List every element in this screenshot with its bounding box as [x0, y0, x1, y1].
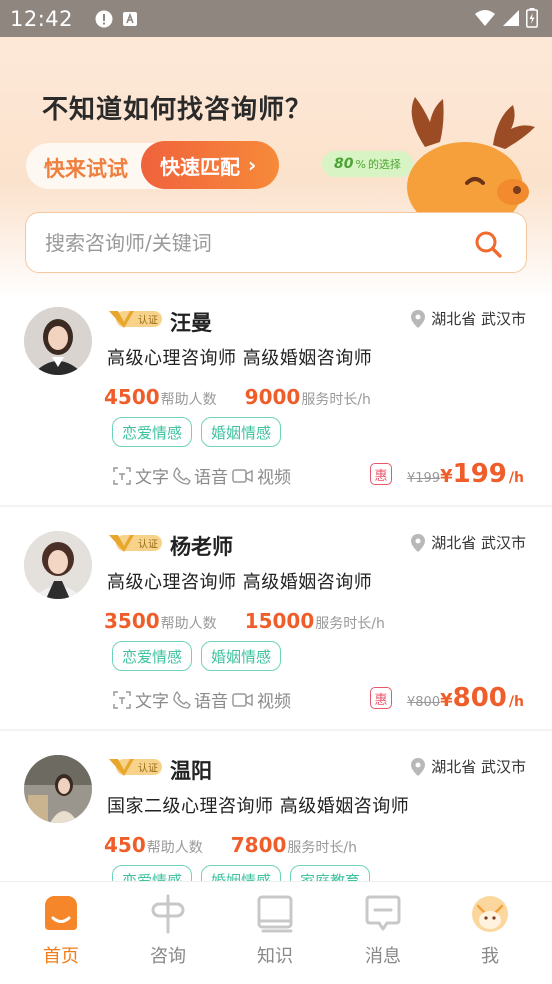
- consult-icon: [151, 894, 185, 934]
- service-hours: 9000: [244, 385, 301, 409]
- tag-list: 恋爱情感 婚姻情感 家庭教育: [112, 865, 371, 881]
- svg-text:认证: 认证: [138, 762, 158, 775]
- search-input[interactable]: [43, 229, 447, 256]
- helped-count: 450: [104, 833, 146, 857]
- message-icon: [365, 895, 401, 931]
- qualification: 国家二级心理咨询师 高级婚姻咨询师: [107, 796, 410, 817]
- original-price: ¥199: [407, 471, 441, 486]
- tab-profile[interactable]: 我: [450, 882, 530, 974]
- price: 惠 ¥800 ¥ 800 /h: [370, 683, 524, 713]
- counselor-list[interactable]: 认证 汪曼 湖北省 武汉市 高级心理咨询师 高级婚姻咨询师 4500 帮助人数 …: [0, 299, 552, 881]
- location-pin-icon: [411, 309, 426, 328]
- tag: 婚姻情感: [201, 865, 282, 881]
- helped-label: 帮助人数: [146, 840, 203, 856]
- tag: 恋爱情感: [112, 417, 193, 447]
- tag: 家庭教育: [290, 865, 371, 881]
- quick-match-label: 快速匹配: [160, 154, 240, 179]
- banner-title: 不知道如何找咨询师？: [42, 95, 313, 125]
- tag: 恋爱情感: [112, 865, 193, 881]
- current-price: 800: [452, 683, 507, 713]
- stats: 4500 帮助人数 9000 服务时长/h: [104, 385, 371, 409]
- knowledge-icon: [257, 895, 293, 933]
- home-icon: [45, 896, 77, 930]
- video-icon: [232, 468, 253, 483]
- tag: 婚姻情感: [201, 641, 282, 671]
- counselor-name: 杨老师: [170, 535, 233, 559]
- svg-text:认证: 认证: [138, 538, 158, 551]
- bottom-tab-bar: 首页 咨询 知识 消息 我: [0, 881, 552, 984]
- app-notification-icon: [121, 10, 139, 28]
- status-time: 12:42: [10, 6, 74, 31]
- price: 惠 ¥199 ¥ 199 /h: [370, 459, 524, 489]
- service-hours: 7800: [230, 833, 287, 857]
- counselor-card[interactable]: 认证 杨老师 湖北省 武汉市 高级心理咨询师 高级婚姻咨询师 3500 帮助人数…: [0, 507, 552, 729]
- tag: 婚姻情感: [201, 417, 282, 447]
- tab-home[interactable]: 首页: [21, 882, 101, 974]
- tab-consult[interactable]: 咨询: [128, 882, 208, 974]
- video-icon: [232, 692, 253, 707]
- avatar: [24, 531, 92, 599]
- service-hours: 15000: [244, 609, 315, 633]
- chevron-right-icon: ›: [248, 153, 257, 177]
- current-price: 199: [452, 459, 507, 489]
- phone-icon: [173, 466, 191, 485]
- avatar: [24, 307, 92, 375]
- stats: 450 帮助人数 7800 服务时长/h: [104, 833, 357, 857]
- helped-label: 帮助人数: [160, 392, 217, 408]
- verified-badge-icon: 认证: [109, 535, 162, 552]
- helped-label: 帮助人数: [160, 616, 217, 632]
- avatar: [24, 755, 92, 823]
- location-pin-icon: [411, 533, 426, 552]
- service-types: 文字 语音 视频: [112, 463, 295, 488]
- signal-icon: [502, 9, 520, 31]
- helped-count: 3500: [104, 609, 160, 633]
- original-price: ¥800: [407, 695, 441, 710]
- verified-badge-icon: 认证: [109, 311, 162, 328]
- wifi-icon: [474, 9, 496, 31]
- discount-badge: 惠: [370, 463, 392, 485]
- counselor-name: 汪曼: [170, 311, 212, 335]
- helped-count: 4500: [104, 385, 160, 409]
- tag-list: 恋爱情感 婚姻情感: [112, 641, 282, 671]
- qualification: 高级心理咨询师 高级婚姻咨询师: [107, 572, 373, 593]
- service-hours-label: 服务时长/h: [287, 840, 358, 856]
- tag: 恋爱情感: [112, 641, 193, 671]
- banner-try-text: 快来试试: [44, 157, 128, 181]
- alert-icon: [95, 10, 113, 28]
- search-icon[interactable]: [474, 230, 502, 258]
- phone-icon: [173, 690, 191, 709]
- tag-list: 恋爱情感 婚姻情感: [112, 417, 282, 447]
- tab-knowledge[interactable]: 知识: [235, 882, 315, 974]
- svg-text:认证: 认证: [138, 314, 158, 327]
- status-bar: 12:42: [0, 0, 552, 37]
- location: 湖北省 武汉市: [411, 532, 526, 553]
- text-chat-icon: [113, 466, 131, 485]
- location: 湖北省 武汉市: [411, 308, 526, 329]
- service-hours-label: 服务时长/h: [301, 392, 371, 408]
- quick-match-button[interactable]: 快速匹配 ›: [141, 141, 279, 189]
- search-bar[interactable]: [25, 212, 527, 273]
- battery-icon: [526, 8, 538, 32]
- service-types: 文字 语音 视频: [112, 687, 295, 712]
- counselor-card[interactable]: 认证 温阳 湖北省 武汉市 国家二级心理咨询师 高级婚姻咨询师 450 帮助人数…: [0, 731, 552, 881]
- service-hours-label: 服务时长/h: [315, 616, 385, 632]
- counselor-card[interactable]: 认证 汪曼 湖北省 武汉市 高级心理咨询师 高级婚姻咨询师 4500 帮助人数 …: [0, 299, 552, 505]
- text-chat-icon: [113, 690, 131, 709]
- verified-badge-icon: 认证: [109, 759, 162, 776]
- stats: 3500 帮助人数 15000 服务时长/h: [104, 609, 385, 633]
- discount-badge: 惠: [370, 687, 392, 709]
- counselor-name: 温阳: [170, 759, 212, 783]
- location-pin-icon: [411, 757, 426, 776]
- tab-messages[interactable]: 消息: [343, 882, 423, 974]
- profile-icon: [472, 896, 508, 932]
- qualification: 高级心理咨询师 高级婚姻咨询师: [107, 348, 373, 369]
- location: 湖北省 武汉市: [411, 756, 526, 777]
